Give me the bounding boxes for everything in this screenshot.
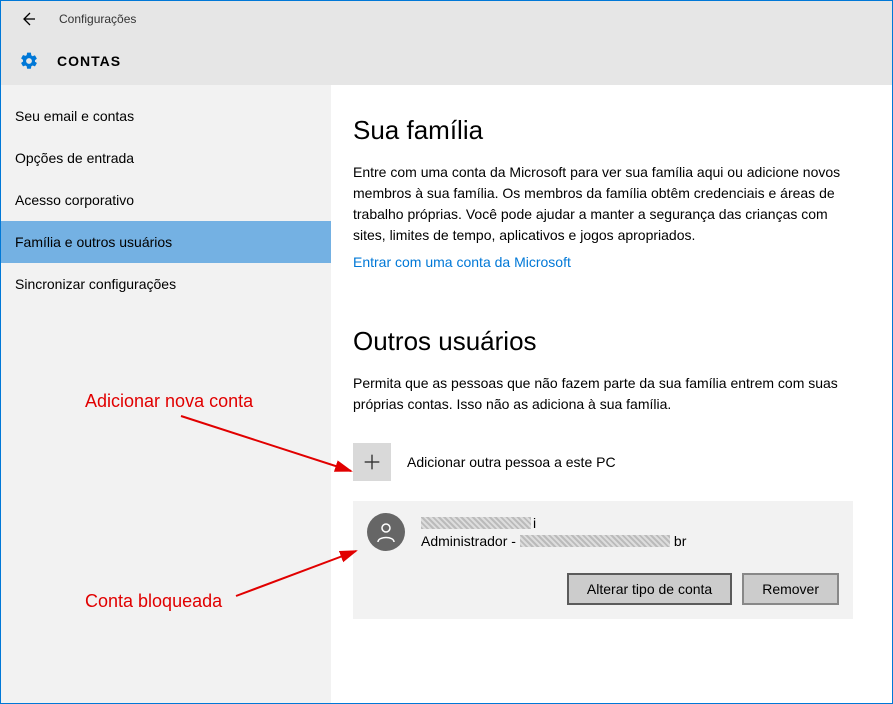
titlebar: Configurações (1, 1, 892, 37)
redacted-name (421, 517, 531, 529)
family-section: Sua família Entre com uma conta da Micro… (353, 115, 862, 272)
person-icon (374, 520, 398, 544)
sidebar-item-label: Acesso corporativo (15, 192, 134, 208)
arrow-left-icon (20, 11, 36, 27)
add-person-button[interactable]: Adicionar outra pessoa a este PC (353, 443, 862, 481)
signin-ms-link[interactable]: Entrar com uma conta da Microsoft (353, 254, 571, 270)
sidebar-item-work-access[interactable]: Acesso corporativo (1, 179, 331, 221)
sidebar-item-email-accounts[interactable]: Seu email e contas (1, 95, 331, 137)
other-users-section: Outros usuários Permita que as pessoas q… (353, 326, 862, 619)
header-label: Configurações (59, 12, 136, 26)
change-account-type-button[interactable]: Alterar tipo de conta (567, 573, 732, 605)
remove-user-button[interactable]: Remover (742, 573, 839, 605)
family-title: Sua família (353, 115, 862, 146)
family-description: Entre com uma conta da Microsoft para ve… (353, 162, 853, 246)
sidebar-item-family-users[interactable]: Família e outros usuários (1, 221, 331, 263)
others-title: Outros usuários (353, 326, 862, 357)
sidebar-item-signin-options[interactable]: Opções de entrada (1, 137, 331, 179)
plus-icon (353, 443, 391, 481)
sidebar-item-sync-settings[interactable]: Sincronizar configurações (1, 263, 331, 305)
add-person-label: Adicionar outra pessoa a este PC (407, 454, 616, 470)
user-card-actions: Alterar tipo de conta Remover (367, 573, 839, 605)
back-button[interactable] (19, 10, 37, 28)
sidebar-item-label: Sincronizar configurações (15, 276, 176, 292)
redacted-email (520, 535, 670, 547)
sidebar-item-label: Família e outros usuários (15, 234, 172, 250)
user-info: i Administrador - br (421, 515, 839, 549)
section-header: CONTAS (1, 37, 892, 85)
main-panel: Sua família Entre com uma conta da Micro… (331, 85, 892, 703)
user-name: i (421, 515, 839, 531)
sidebar: Seu email e contas Opções de entrada Ace… (1, 85, 331, 703)
sidebar-item-label: Opções de entrada (15, 150, 134, 166)
content: Seu email e contas Opções de entrada Ace… (1, 85, 892, 703)
user-card-header: i Administrador - br (367, 513, 839, 551)
page-title: CONTAS (57, 53, 121, 69)
avatar (367, 513, 405, 551)
gear-icon (19, 51, 39, 71)
sidebar-item-label: Seu email e contas (15, 108, 134, 124)
user-role: Administrador - br (421, 533, 839, 549)
user-card[interactable]: i Administrador - br Alterar tipo de con… (353, 501, 853, 619)
others-description: Permita que as pessoas que não fazem par… (353, 373, 853, 415)
